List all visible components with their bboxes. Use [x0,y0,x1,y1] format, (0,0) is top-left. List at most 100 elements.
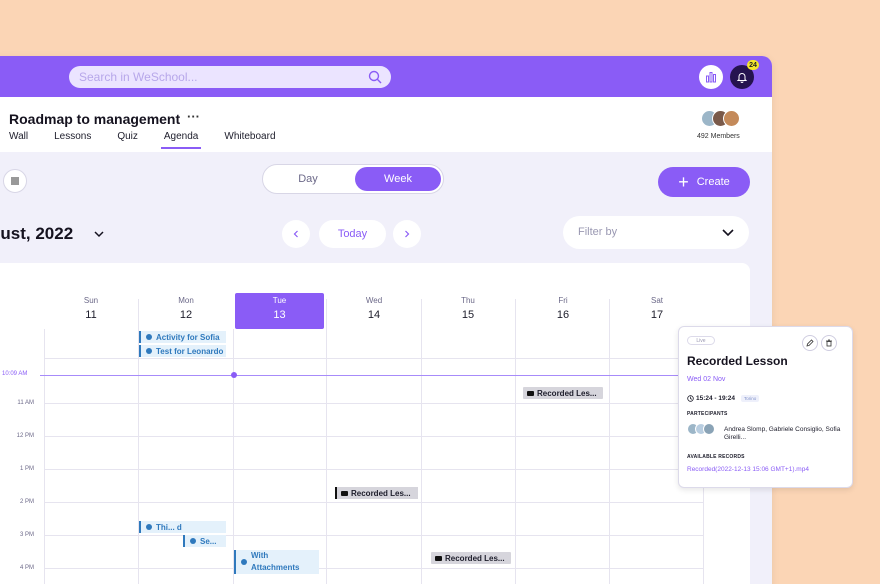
video-camera-icon [435,555,442,561]
tab-whiteboard[interactable]: Whiteboard [224,131,275,149]
grid-line [44,469,704,470]
create-button[interactable]: + Create [658,167,750,197]
event-label: Thi... d [156,522,182,532]
day-name: Mon [178,296,194,305]
calendar-event[interactable]: Se... [183,535,226,547]
filter-dropdown[interactable]: Filter by [563,216,749,249]
day-name: Wed [365,296,383,305]
grid-line [44,329,45,584]
video-camera-icon [341,490,348,496]
grid-line [44,535,704,536]
day-name: Fri [558,296,568,305]
tab-lessons[interactable]: Lessons [54,131,91,149]
popup-time: 15:24 - 19:24 Torino [687,395,760,402]
clock-icon [687,395,694,402]
chevron-down-icon [722,229,734,237]
time-label: 4 PM [19,565,34,571]
time-label: 11 AM [17,400,34,406]
participant-avatars [687,423,715,435]
chevron-right-icon [405,230,410,238]
grid-line [44,436,704,437]
notifications-badge: 24 [747,60,759,70]
live-tag: Live [687,336,715,345]
grid-line [44,502,704,503]
day-name: Thu [461,296,475,305]
more-options-button[interactable]: ··· [187,109,200,124]
day-name: Tue [272,296,287,305]
record-link[interactable]: Recorded(2022-12-13 15:06 GMT+1).mp4 [687,466,809,473]
current-time-dot [231,372,237,378]
day-number: 17 [650,309,664,321]
activity-icon [190,538,196,544]
day-header-fri[interactable]: Fri 16 [516,293,610,329]
calendar-event[interactable]: Recorded Les... [431,552,511,564]
delete-button[interactable] [821,335,837,351]
month-label: gust, 2022 [0,224,74,243]
time-label: 3 PM [19,532,34,538]
bar-chart-icon [706,72,716,83]
day-header-sun[interactable]: Sun 11 [44,293,138,329]
course-tabs: Wall Lessons Quiz Agenda Whiteboard [9,131,302,149]
calendar-event[interactable]: Test for Leonardo [139,345,226,357]
popup-time-range: 15:24 - 19:24 [696,395,736,402]
tab-quiz[interactable]: Quiz [117,131,138,149]
day-view-button[interactable]: Day [263,165,353,193]
grid-line [515,299,516,584]
day-header-tue[interactable]: Tue 13 [235,293,324,329]
view-toggle: Day Week [262,164,444,194]
popup-title: Recorded Lesson [687,354,788,368]
tab-agenda[interactable]: Agenda [160,131,202,149]
search-input[interactable]: Search in WeSchool... [69,66,391,88]
time-label: 12 PM [16,433,34,439]
trash-icon [826,339,832,347]
grid-line [44,568,704,569]
calendar-event[interactable]: Thi... d [139,521,226,533]
records-label: AVAILABLE RECORDS [687,454,745,460]
filter-label: Filter by [578,226,618,238]
bell-icon [736,73,748,83]
search-placeholder: Search in WeSchool... [79,70,198,84]
grid-line [326,299,327,584]
list-icon [11,177,19,185]
search-icon[interactable] [367,69,383,85]
list-view-button[interactable] [3,169,27,193]
participants-label: PARTECIPANTS [687,411,728,417]
avatar [723,110,740,127]
members-avatars[interactable] [701,110,740,127]
day-header-mon[interactable]: Mon 12 [139,293,233,329]
stats-button[interactable] [699,65,723,89]
grid-line [44,403,704,404]
avatar [703,423,715,435]
activity-icon [146,334,152,340]
popup-date: Wed 02 Nov [687,376,726,383]
pencil-icon [806,339,814,347]
today-button[interactable]: Today [319,220,386,248]
edit-button[interactable] [802,335,818,351]
chevron-left-icon [293,230,298,238]
day-header-wed[interactable]: Wed 14 [327,293,421,329]
chevron-down-icon[interactable] [93,228,105,240]
day-number: 12 [179,309,193,321]
calendar-event[interactable]: Recorded Les... [523,387,603,399]
calendar-event[interactable]: Recorded Les... [335,487,418,499]
calendar-event[interactable]: Activity for Sofia [139,331,226,343]
activity-icon [146,348,152,354]
next-week-button[interactable] [393,220,421,248]
course-header: Roadmap to management ··· Wall Lessons Q… [0,97,772,152]
members-count: 492 Members [697,133,740,140]
current-time-label: 10:09 AM [2,371,28,377]
event-label: Test for Leonardo [156,346,224,356]
day-header-thu[interactable]: Thu 15 [421,293,515,329]
grid-line [233,329,234,584]
grid-line [609,299,610,584]
event-label: With Attachments [251,551,300,572]
time-label: 1 PM [19,466,34,472]
tab-wall[interactable]: Wall [9,131,28,149]
day-name: Sun [83,296,99,305]
day-header-sat[interactable]: Sat 17 [610,293,704,329]
activity-icon [146,524,152,530]
time-label: 2 PM [19,499,34,505]
prev-week-button[interactable] [282,220,310,248]
calendar-event[interactable]: With Attachments [234,550,319,574]
week-view-button[interactable]: Week [355,167,441,191]
